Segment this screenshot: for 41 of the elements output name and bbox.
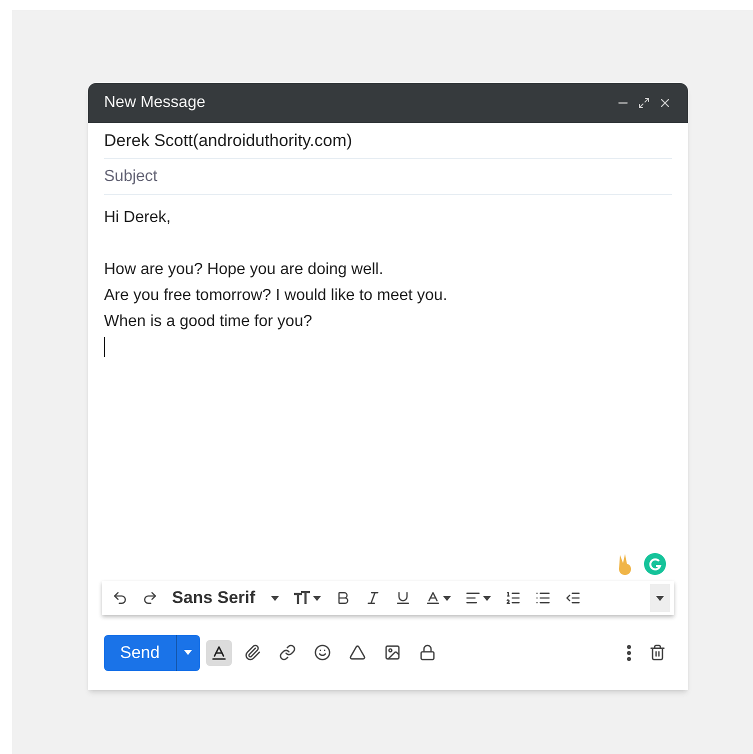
body-text: Hi Derek, bbox=[104, 208, 172, 228]
expand-icon[interactable] bbox=[638, 97, 650, 109]
underline-icon bbox=[395, 590, 412, 606]
caret-icon bbox=[443, 596, 452, 600]
caret-icon bbox=[271, 596, 280, 600]
text-cursor bbox=[104, 337, 105, 357]
formatting-options-button[interactable] bbox=[206, 640, 232, 666]
smiley-icon bbox=[314, 644, 331, 661]
italic-icon bbox=[365, 590, 382, 606]
numbered-list-icon bbox=[505, 590, 522, 606]
caret-icon bbox=[313, 596, 322, 600]
body-text: When is a good time for you? bbox=[104, 312, 314, 332]
text-format-icon bbox=[210, 644, 228, 662]
subject-field[interactable]: Subject bbox=[104, 159, 672, 195]
window-title: New Message bbox=[104, 93, 206, 113]
font-dropdown[interactable]: Sans Serif bbox=[166, 585, 286, 611]
send-button[interactable]: Send bbox=[104, 634, 200, 670]
lock-icon bbox=[418, 644, 436, 661]
redo-icon bbox=[142, 590, 158, 606]
link-icon bbox=[278, 644, 296, 661]
body-text: How are you? Hope you are doing well. bbox=[104, 260, 384, 280]
triangle-icon bbox=[348, 644, 366, 661]
send-label[interactable]: Send bbox=[104, 634, 176, 670]
image-icon bbox=[384, 644, 401, 661]
close-icon[interactable] bbox=[658, 96, 672, 110]
caret-icon bbox=[184, 650, 192, 655]
trash-icon bbox=[649, 644, 666, 661]
recipient-field[interactable]: Derek Scott(androiduthority.com) bbox=[104, 123, 672, 159]
caret-icon bbox=[483, 596, 492, 600]
undo-icon bbox=[112, 590, 128, 606]
caret-icon bbox=[656, 596, 664, 600]
message-body[interactable]: Hi Derek, How are you? Hope you are doing well. Are you free tomorrow? I would like to meet you. When is a good time for you? bbox=[104, 195, 672, 357]
bulleted-list-icon bbox=[535, 590, 552, 606]
indent-less-icon bbox=[565, 590, 582, 606]
text-size-icon bbox=[293, 591, 312, 605]
more-icon bbox=[627, 644, 631, 660]
more-formatting-button[interactable] bbox=[650, 584, 670, 612]
body-text: Are you free tomorrow? I would like to meet you. bbox=[104, 286, 448, 306]
paperclip-icon bbox=[244, 644, 261, 661]
text-color-icon bbox=[425, 590, 442, 606]
align-left-icon bbox=[465, 590, 482, 606]
